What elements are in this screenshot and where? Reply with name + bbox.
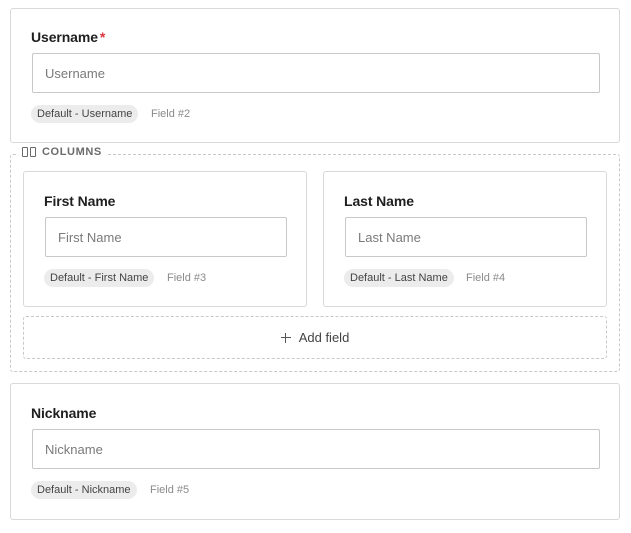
username-field-id: Field #2 (151, 108, 191, 120)
columns-legend: COLUMNS (18, 143, 108, 161)
last-name-label: Last Name (344, 193, 414, 209)
username-default-tag: Default - Username (31, 105, 139, 123)
add-field-button[interactable]: Add field (23, 316, 607, 359)
last-name-default-tag: Default - Last Name (344, 269, 454, 287)
first-name-field-card: First Name Default - First Name Field #3 (23, 171, 307, 307)
plus-icon (280, 332, 291, 343)
nickname-field-card: Nickname Default - Nickname Field #5 (10, 383, 620, 520)
first-name-field-id: Field #3 (167, 272, 207, 284)
columns-icon (22, 147, 36, 157)
username-input[interactable] (32, 53, 600, 93)
username-label: Username * (31, 29, 105, 45)
required-star: * (99, 29, 106, 45)
nickname-field-id: Field #5 (150, 484, 190, 496)
nickname-input[interactable] (32, 429, 600, 469)
first-name-default-tag: Default - First Name (44, 269, 155, 287)
last-name-input[interactable] (345, 217, 587, 257)
username-field-card: Username* Default - Username Field #2 (10, 8, 620, 143)
last-name-field-card: Last Name Default - Last Name Field #4 (323, 171, 607, 307)
nickname-label: Nickname (31, 405, 97, 421)
add-field-label: Add field (298, 330, 350, 345)
first-name-label: First Name (44, 193, 116, 209)
first-name-input[interactable] (45, 217, 287, 257)
nickname-default-tag: Default - Nickname (31, 481, 137, 499)
columns-legend-text: COLUMNS (42, 146, 102, 158)
last-name-field-id: Field #4 (466, 272, 506, 284)
username-label-text: Username (31, 29, 98, 45)
